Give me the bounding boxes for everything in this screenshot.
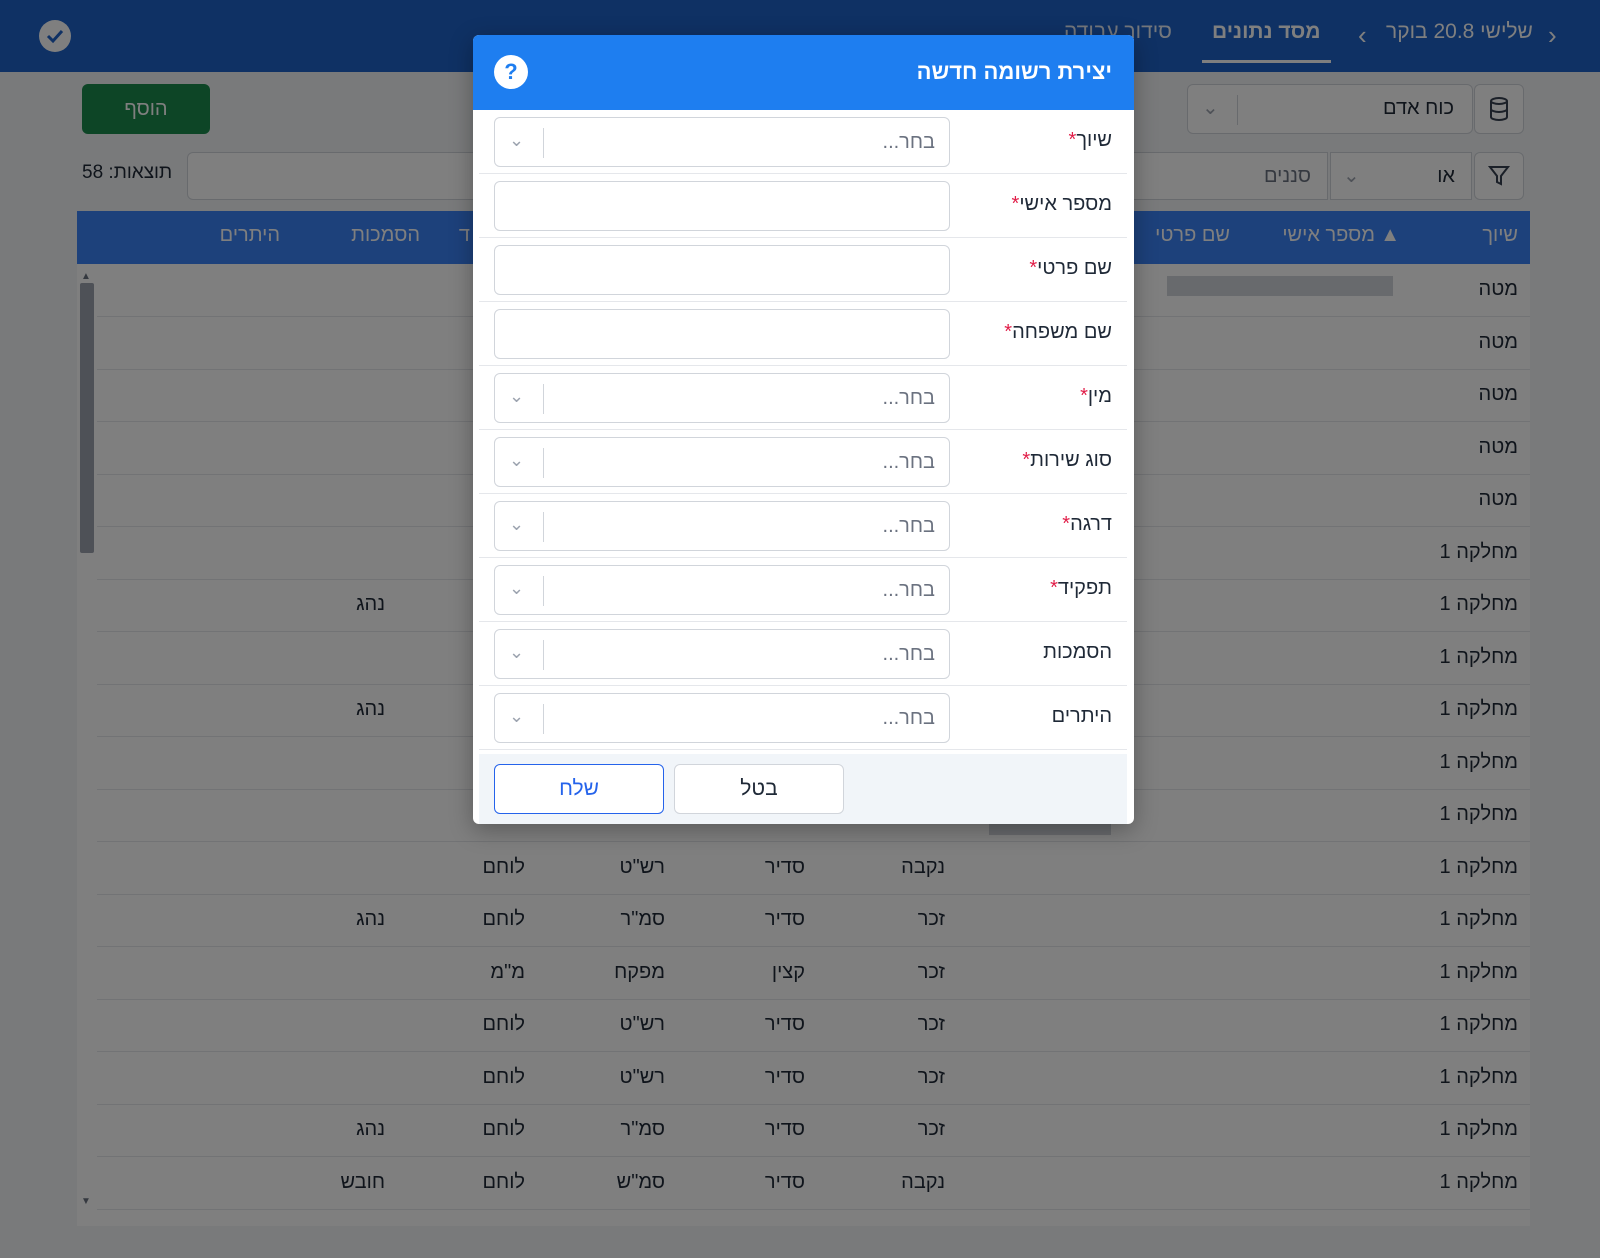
required-marker: * bbox=[1080, 385, 1088, 407]
select-placeholder: בחר... bbox=[882, 579, 935, 601]
field-label: סוג שירות* bbox=[1022, 449, 1112, 472]
field-label: שם משפחה* bbox=[1004, 321, 1112, 344]
field-label-text: היתרים bbox=[1051, 705, 1112, 727]
text-field[interactable] bbox=[494, 245, 950, 295]
text-field[interactable] bbox=[494, 309, 950, 359]
form-row: סוג שירות* בחר... ⌄ bbox=[479, 430, 1127, 494]
chevron-down-icon: ⌄ bbox=[509, 578, 525, 598]
field-label-text: דרגה bbox=[1070, 513, 1112, 535]
select-field[interactable]: בחר... ⌄ bbox=[494, 373, 950, 423]
select-placeholder: בחר... bbox=[882, 387, 935, 409]
select-field[interactable]: בחר... ⌄ bbox=[494, 437, 950, 487]
divider bbox=[543, 448, 544, 478]
create-record-dialog: יצירת רשומה חדשה ? שיוך* בחר... ⌄ מספר אישי… bbox=[473, 35, 1134, 824]
select-field[interactable]: בחר... ⌄ bbox=[494, 629, 950, 679]
field-label-text: שם משפחה bbox=[1012, 321, 1112, 343]
chevron-down-icon: ⌄ bbox=[509, 514, 525, 534]
cancel-button[interactable]: בטל bbox=[674, 764, 844, 814]
field-label-text: מין bbox=[1087, 385, 1112, 407]
divider bbox=[543, 128, 544, 158]
required-marker: * bbox=[1029, 257, 1038, 279]
required-marker: * bbox=[1022, 449, 1031, 471]
select-placeholder: בחר... bbox=[882, 451, 935, 473]
field-label-text: שם פרטי bbox=[1037, 257, 1112, 279]
form-row: דרגה* בחר... ⌄ bbox=[479, 494, 1127, 558]
field-label-text: שיוך bbox=[1076, 129, 1112, 151]
form-row: מין* בחר... ⌄ bbox=[479, 366, 1127, 430]
select-field[interactable]: בחר... ⌄ bbox=[494, 565, 950, 615]
select-field[interactable]: בחר... ⌄ bbox=[494, 501, 950, 551]
select-placeholder: בחר... bbox=[882, 515, 935, 537]
field-label-text: סוג שירות bbox=[1030, 449, 1112, 471]
form-row: שיוך* בחר... ⌄ bbox=[479, 110, 1127, 174]
field-label: מין* bbox=[1080, 385, 1112, 408]
select-placeholder: בחר... bbox=[882, 643, 935, 665]
dialog-header: יצירת רשומה חדשה ? bbox=[473, 35, 1134, 110]
divider bbox=[543, 704, 544, 734]
field-label: דרגה* bbox=[1062, 513, 1112, 536]
field-label: הסמכות bbox=[1043, 641, 1112, 664]
chevron-down-icon: ⌄ bbox=[509, 450, 525, 470]
field-label-text: מספר אישי bbox=[1019, 193, 1112, 215]
divider bbox=[543, 384, 544, 414]
chevron-down-icon: ⌄ bbox=[509, 706, 525, 726]
form-row: היתרים בחר... ⌄ bbox=[479, 686, 1127, 750]
send-button[interactable]: שלח bbox=[494, 764, 664, 814]
required-marker: * bbox=[1050, 577, 1058, 599]
form-row: שם משפחה* bbox=[479, 302, 1127, 366]
chevron-down-icon: ⌄ bbox=[509, 642, 525, 662]
select-placeholder: בחר... bbox=[882, 707, 935, 729]
form-row: תפקיד* בחר... ⌄ bbox=[479, 558, 1127, 622]
field-label-text: תפקיד bbox=[1057, 577, 1112, 599]
field-label: שיוך* bbox=[1069, 129, 1112, 152]
divider bbox=[543, 512, 544, 542]
form-row: שם פרטי* bbox=[479, 238, 1127, 302]
select-field[interactable]: בחר... ⌄ bbox=[494, 117, 950, 167]
field-label: מספר אישי* bbox=[1012, 193, 1112, 216]
field-label-text: הסמכות bbox=[1043, 641, 1112, 663]
required-marker: * bbox=[1062, 513, 1071, 535]
dialog-footer: שלח בטל bbox=[479, 754, 1127, 824]
select-field[interactable]: בחר... ⌄ bbox=[494, 693, 950, 743]
select-placeholder: בחר... bbox=[882, 131, 935, 153]
field-label: שם פרטי* bbox=[1029, 257, 1112, 280]
dialog-title: יצירת רשומה חדשה bbox=[916, 59, 1112, 84]
required-marker: * bbox=[1004, 321, 1013, 343]
field-label: תפקיד* bbox=[1050, 577, 1112, 600]
divider bbox=[543, 576, 544, 606]
chevron-down-icon: ⌄ bbox=[509, 130, 525, 150]
form-row: מספר אישי* bbox=[479, 174, 1127, 238]
chevron-down-icon: ⌄ bbox=[509, 386, 525, 406]
divider bbox=[543, 640, 544, 670]
form-row: הסמכות בחר... ⌄ bbox=[479, 622, 1127, 686]
help-icon[interactable]: ? bbox=[494, 55, 528, 89]
field-label: היתרים bbox=[1052, 705, 1112, 728]
text-field[interactable] bbox=[494, 181, 950, 231]
